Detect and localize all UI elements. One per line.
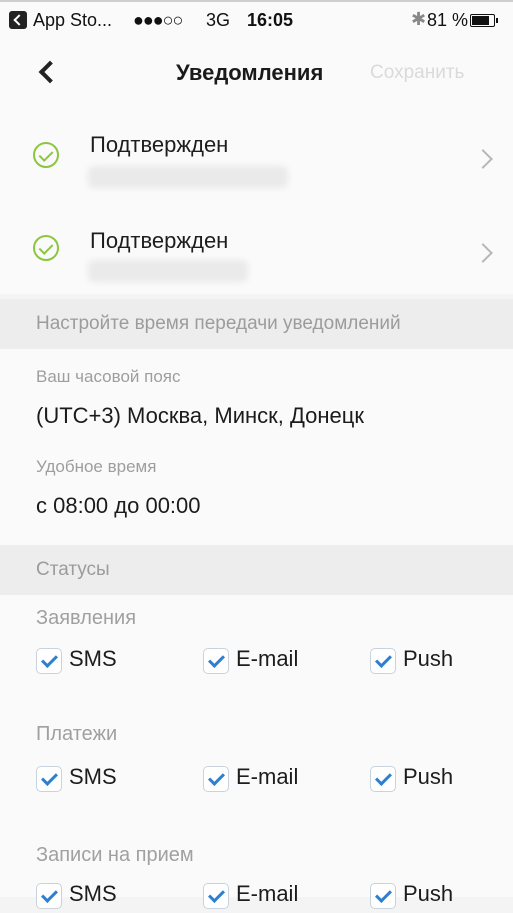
checkbox-icon (36, 883, 62, 909)
checkbox-icon (36, 766, 62, 792)
timezone-field[interactable]: (UTC+3) Москва, Минск, Донецк (36, 403, 364, 429)
signal-strength-icon: ●●●○○ (133, 10, 183, 30)
battery-fill (472, 16, 489, 25)
timing-settings: Ваш часовой пояс (UTC+3) Москва, Минск, … (0, 349, 513, 545)
statuses-settings: Заявления SMS E-mail Push Платежи SMS E-… (0, 595, 513, 909)
checkbox-applications-push[interactable]: Push (370, 646, 480, 678)
redacted-detail (88, 166, 288, 188)
check-circle-icon (33, 235, 59, 261)
confirmation-status: Подтвержден (90, 132, 229, 157)
option-label: E-mail (236, 646, 299, 671)
checkbox-icon (370, 648, 396, 674)
group-title-appointments: Записи на прием (36, 844, 194, 866)
group-title-applications: Заявления (36, 607, 137, 629)
group-title-payments: Платежи (36, 723, 118, 745)
checkbox-icon (203, 883, 229, 909)
checkbox-icon (370, 883, 396, 909)
checkbox-payments-email[interactable]: E-mail (203, 764, 323, 796)
confirmation-row[interactable]: Подтвержден (0, 110, 513, 202)
checkbox-icon (203, 766, 229, 792)
option-label: SMS (69, 881, 117, 906)
option-label: Push (403, 881, 454, 906)
option-label: E-mail (236, 881, 299, 906)
chevron-right-icon (473, 243, 493, 263)
bluetooth-icon: ✱ (411, 9, 427, 29)
chevron-left-icon[interactable] (38, 62, 56, 80)
redacted-detail (88, 260, 248, 282)
checkbox-icon (36, 648, 62, 674)
checkbox-icon (203, 648, 229, 674)
checkbox-applications-email[interactable]: E-mail (203, 646, 323, 678)
network-type: 3G (206, 10, 231, 30)
checkbox-payments-push[interactable]: Push (370, 764, 480, 796)
confirmation-status: Подтвержден (90, 228, 229, 253)
section-header-statuses: Статусы (0, 545, 513, 595)
option-label: Push (403, 764, 454, 789)
battery-icon (470, 14, 498, 27)
timezone-label: Ваш часовой пояс (36, 367, 181, 386)
option-label: SMS (69, 646, 117, 671)
checkbox-applications-sms[interactable]: SMS (36, 646, 146, 678)
checkbox-appointments-email[interactable]: E-mail (203, 881, 323, 913)
section-header-timing: Настройте время передачи уведомлений (0, 299, 513, 349)
back-to-app-label[interactable]: App Sto... (33, 10, 112, 31)
clock: 16:05 (247, 10, 294, 30)
check-circle-icon (33, 142, 59, 168)
checkbox-appointments-push[interactable]: Push (370, 881, 480, 913)
option-label: E-mail (236, 764, 299, 789)
back-to-app-icon[interactable] (9, 11, 27, 29)
checkbox-appointments-sms[interactable]: SMS (36, 881, 146, 913)
option-label: Push (403, 646, 454, 671)
section-header-label: Настройте время передачи уведомлений (36, 313, 401, 334)
frame-border (0, 0, 513, 2)
time-range-label: Удобное время (36, 457, 157, 476)
section-header-label: Статусы (36, 559, 110, 580)
save-button[interactable]: Сохранить (370, 62, 464, 84)
navigation-bar: Уведомления Сохранить (0, 40, 513, 110)
status-bar: App Sto... ●●●○○ 3G 16:05 ✱ 81 % (0, 0, 513, 40)
checkbox-payments-sms[interactable]: SMS (36, 764, 146, 796)
battery-percent: 81 % (427, 10, 469, 30)
option-label: SMS (69, 764, 117, 789)
checkbox-icon (370, 766, 396, 792)
page-title: Уведомления (176, 60, 324, 85)
chevron-right-icon (473, 149, 493, 169)
confirmation-row[interactable]: Подтвержден (0, 202, 513, 294)
time-range-field[interactable]: с 08:00 до 00:00 (36, 493, 201, 519)
